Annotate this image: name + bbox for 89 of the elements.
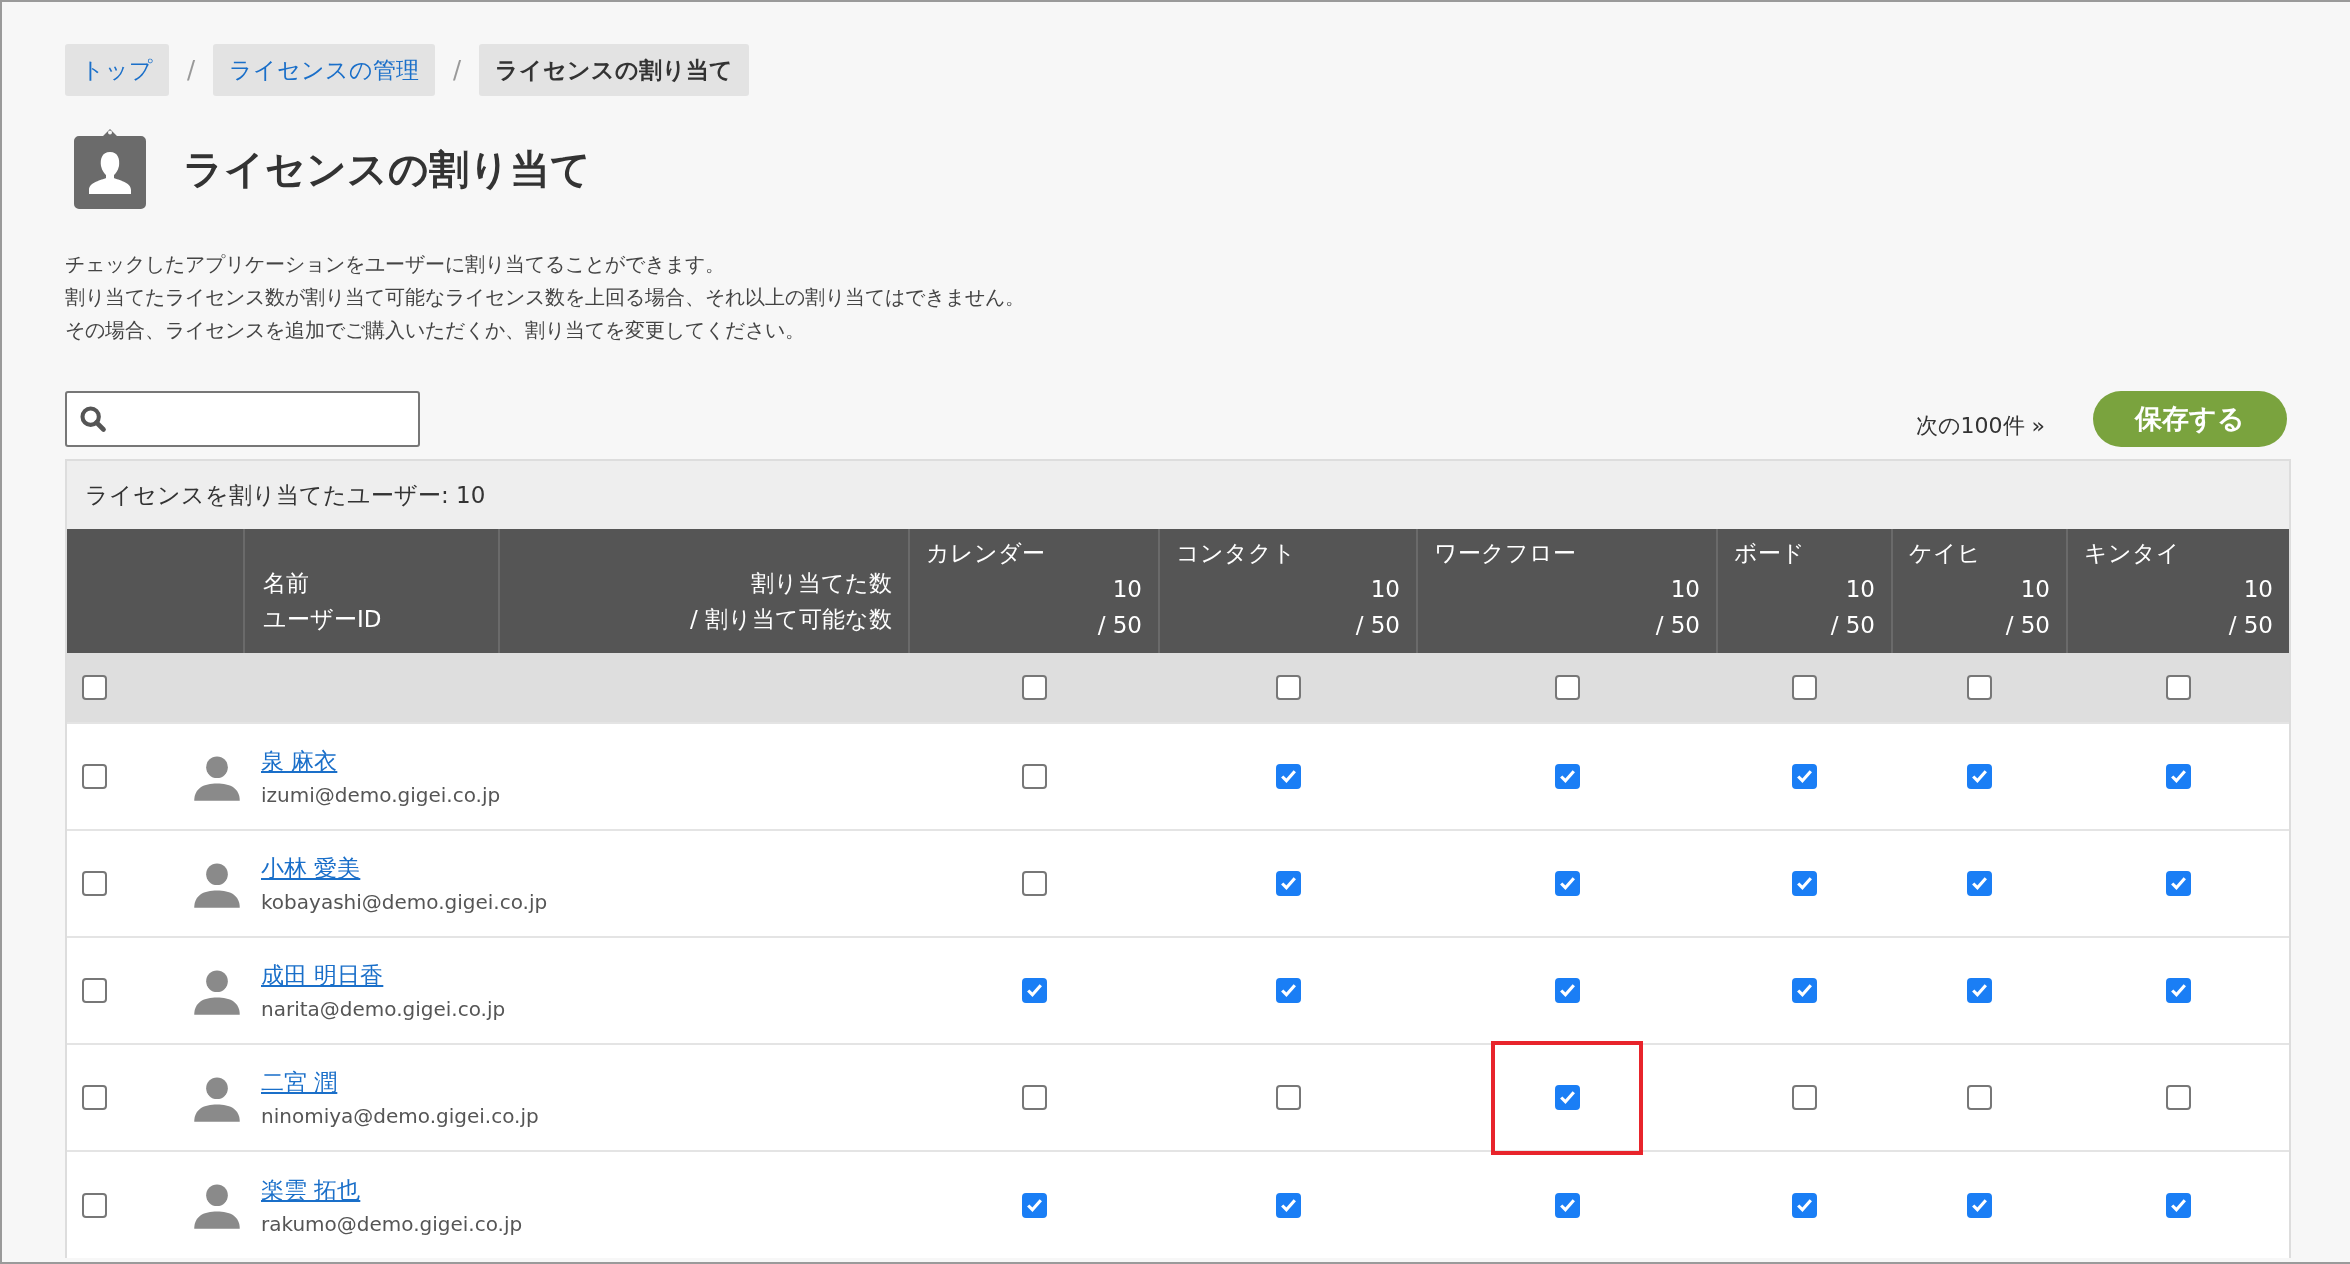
license-checkbox[interactable] [1967, 1085, 1992, 1110]
license-total: / 50 [1829, 611, 1875, 640]
license-total: / 50 [1354, 611, 1400, 640]
license-checkbox[interactable] [1792, 871, 1817, 896]
license-checkbox[interactable] [1021, 871, 1047, 896]
summary-text: ライセンスを割り当てたユーザー: 10 [67, 461, 2289, 529]
column-header: ユーザーID [263, 605, 383, 634]
license-checkbox[interactable] [2165, 764, 2191, 789]
license-checkbox[interactable] [1275, 764, 1301, 789]
license-checkbox[interactable] [1021, 1085, 1047, 1110]
assigned-count: 10 [2242, 575, 2273, 604]
license-checkbox[interactable] [1021, 1192, 1047, 1218]
column-select-checkbox[interactable] [1792, 675, 1817, 700]
user-id: rakumo@demo.gigei.co.jp [261, 1211, 523, 1236]
assigned-count: 10 [1669, 575, 1700, 604]
license-checkbox[interactable] [1554, 1085, 1580, 1110]
user-name-link[interactable]: 泉 麻衣 [261, 746, 501, 777]
license-checkbox[interactable] [1021, 764, 1047, 789]
column-select-checkbox[interactable] [1967, 675, 1992, 700]
license-checkbox[interactable] [2165, 978, 2191, 1003]
license-checkbox[interactable] [1554, 978, 1580, 1003]
assigned-count: 10 [1111, 575, 1142, 604]
column-header: キンタイ [2084, 539, 2181, 568]
license-checkbox[interactable] [2165, 1192, 2191, 1218]
license-checkbox[interactable] [1554, 764, 1580, 789]
assigned-count: 10 [1844, 575, 1875, 604]
column-header: 割り当てた数 [750, 569, 892, 598]
column-select-checkbox[interactable] [1275, 675, 1301, 700]
column-header: カレンダー [926, 539, 1046, 568]
license-checkbox[interactable] [1275, 978, 1301, 1003]
description-text: その場合、ライセンスを追加でご購入いただくか、割り当てを変更してください。 [65, 317, 806, 344]
license-checkbox[interactable] [1967, 1192, 1992, 1218]
license-total: / 50 [1654, 611, 1700, 640]
column-header: ケイヒ [1909, 539, 1982, 568]
page-title: ライセンスの割り当て [183, 144, 591, 194]
breadcrumb-link[interactable]: ライセンスの管理 [213, 44, 436, 96]
user-name-link[interactable]: 小林 愛美 [261, 853, 548, 884]
license-checkbox[interactable] [2165, 871, 2191, 896]
breadcrumb-separator: / [453, 56, 462, 84]
description-text: 割り当てたライセンス数が割り当て可能なライセンス数を上回る場合、それ以上の割り当てはできません。 [65, 284, 1026, 311]
license-total: / 50 [2227, 611, 2273, 640]
license-checkbox[interactable] [1792, 978, 1817, 1003]
column-header: / 割り当て可能な数 [688, 605, 892, 634]
user-id: izumi@demo.gigei.co.jp [261, 783, 501, 807]
row-checkbox[interactable] [82, 871, 107, 896]
id-badge-icon [73, 128, 147, 210]
license-checkbox[interactable] [1554, 1192, 1580, 1218]
breadcrumb-separator: / [187, 56, 196, 84]
license-checkbox[interactable] [1275, 1085, 1301, 1110]
column-header: コンタクト [1176, 539, 1297, 568]
column-select-checkbox[interactable] [2165, 675, 2191, 700]
license-checkbox[interactable] [1967, 978, 1992, 1003]
column-header: ワークフロー [1434, 539, 1577, 568]
description-text: チェックしたアプリケーションをユーザーに割り当てることができます。 [65, 251, 726, 278]
search-field[interactable] [65, 391, 420, 447]
row-checkbox[interactable] [82, 978, 107, 1003]
user-id: narita@demo.gigei.co.jp [261, 997, 506, 1021]
row-checkbox[interactable] [82, 764, 107, 789]
user-name-link[interactable]: 二宮 潤 [261, 1067, 539, 1098]
assigned-count: 10 [2019, 575, 2050, 604]
license-checkbox[interactable] [1967, 764, 1992, 789]
license-checkbox[interactable] [1554, 871, 1580, 896]
license-checkbox[interactable] [1792, 764, 1817, 789]
license-checkbox[interactable] [1792, 1192, 1817, 1218]
license-checkbox[interactable] [1275, 871, 1301, 896]
breadcrumb-link[interactable]: トップ [65, 44, 169, 96]
user-name-link[interactable]: 楽雲 拓也 [261, 1174, 523, 1206]
column-select-checkbox[interactable] [1021, 675, 1047, 700]
license-checkbox[interactable] [1275, 1192, 1301, 1218]
save-button[interactable]: 保存する [2093, 391, 2287, 447]
assigned-count: 10 [1369, 575, 1400, 604]
user-id: ninomiya@demo.gigei.co.jp [261, 1104, 539, 1128]
current-page-label: ライセンスの割り当て [479, 44, 750, 96]
license-checkbox[interactable] [1021, 978, 1047, 1003]
row-checkbox[interactable] [82, 1192, 107, 1218]
search-icon [79, 405, 107, 433]
column-select-checkbox[interactable] [1554, 675, 1580, 700]
license-checkbox[interactable] [1792, 1085, 1817, 1110]
license-total: / 50 [1096, 611, 1142, 640]
column-header: ボード [1734, 539, 1806, 568]
next-page-link[interactable]: 次の100件 » [1915, 411, 2045, 441]
select-all-checkbox[interactable] [82, 675, 107, 700]
license-checkbox[interactable] [1967, 871, 1992, 896]
license-checkbox[interactable] [2165, 1085, 2191, 1110]
license-total: / 50 [2004, 611, 2050, 640]
row-checkbox[interactable] [82, 1085, 107, 1110]
user-id: kobayashi@demo.gigei.co.jp [261, 890, 548, 914]
user-name-link[interactable]: 成田 明日香 [261, 960, 506, 991]
column-header: 名前 [263, 569, 310, 598]
